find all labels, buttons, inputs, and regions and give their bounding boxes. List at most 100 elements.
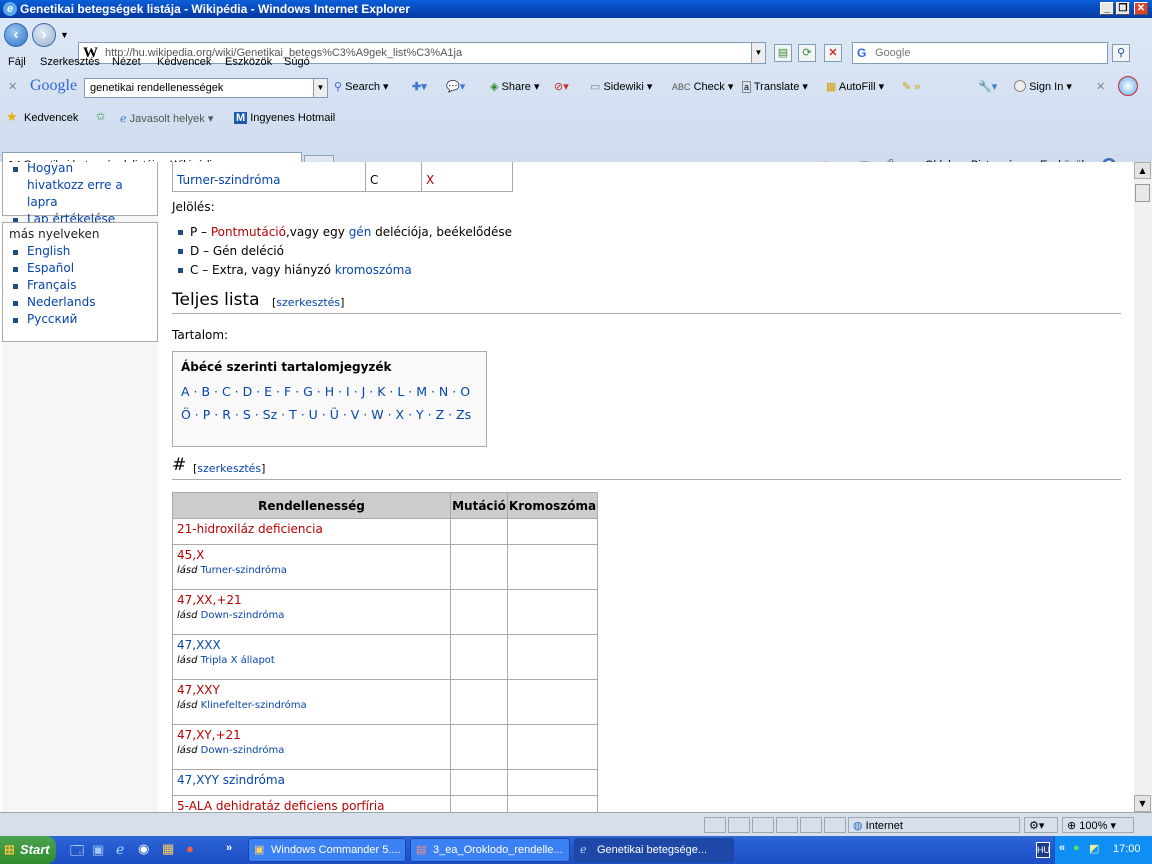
sidebar-item-francais[interactable]: Français bbox=[9, 277, 157, 294]
translate-button[interactable]: a Translate ▾ bbox=[742, 80, 808, 93]
see-link[interactable]: Tripla X állapot bbox=[201, 655, 275, 666]
app-icon[interactable]: ▦ bbox=[162, 841, 174, 857]
languages-heading: más nyelveken bbox=[9, 227, 100, 241]
see-link[interactable]: Down-szindróma bbox=[201, 610, 285, 621]
popup-blocker-icon[interactable]: ⊘▾ bbox=[554, 80, 569, 93]
minimize-button[interactable]: _ bbox=[1100, 2, 1114, 15]
disease-link[interactable]: 47,XXY bbox=[177, 683, 220, 697]
forward-button[interactable]: › bbox=[32, 23, 56, 47]
menu-help[interactable]: Súgó bbox=[284, 56, 310, 68]
menu-tools[interactable]: Eszközök bbox=[225, 56, 272, 68]
edit-link[interactable]: [szerkesztés] bbox=[193, 462, 265, 475]
legend-link[interactable]: Pontmutáció bbox=[211, 225, 286, 239]
ie-page-icon: ℯ bbox=[120, 113, 127, 125]
edit-link[interactable]: [szerkesztés] bbox=[272, 296, 344, 309]
toc-letters-row[interactable]: Ö · P · R · S · Sz · T · U · Ü · V · W ·… bbox=[181, 403, 478, 426]
google-search-button[interactable]: ⚲ Search ▾ bbox=[334, 80, 389, 93]
refresh-icon[interactable]: ⟳ bbox=[798, 44, 816, 62]
ie-quicklaunch-icon[interactable]: ℯ bbox=[116, 841, 124, 858]
check-button[interactable]: ABC Check ▾ bbox=[672, 80, 733, 93]
pencil-icon[interactable]: ✎ » bbox=[902, 80, 920, 93]
query-dropdown-icon[interactable]: ▼ bbox=[313, 79, 327, 97]
save-icon[interactable]: ▣ bbox=[92, 842, 104, 858]
tray-expand-icon[interactable]: « bbox=[1059, 842, 1065, 854]
share-button[interactable]: ◈ Share ▾ bbox=[490, 80, 539, 93]
address-dropdown-icon[interactable]: ▼ bbox=[751, 43, 765, 63]
table-link[interactable]: X bbox=[426, 173, 434, 187]
legend-link[interactable]: kromoszóma bbox=[335, 263, 412, 277]
sidebar-item-cite[interactable]: Hogyan hivatkozz erre a lapra bbox=[9, 162, 129, 211]
suggested-sites-button[interactable]: ℯ Javasolt helyek ▾ bbox=[120, 112, 213, 125]
disease-link[interactable]: 45,X bbox=[177, 548, 204, 562]
start-button[interactable]: ⊞ Start bbox=[0, 836, 56, 864]
disease-link[interactable]: 47,XXX bbox=[177, 638, 221, 652]
google-search-input[interactable]: genetikai rendellenességek ▼ bbox=[84, 78, 328, 98]
sign-in-button[interactable]: Sign In ▾ bbox=[1014, 80, 1072, 93]
protected-mode-icon[interactable]: ⚙▾ bbox=[1024, 817, 1058, 833]
media-player-icon[interactable]: ◉ bbox=[138, 841, 149, 857]
hotmail-button[interactable]: M Ingyenes Hotmail bbox=[234, 112, 335, 124]
plus-icon[interactable]: ✚▾ bbox=[412, 80, 427, 93]
sidebar-item-english[interactable]: English bbox=[9, 243, 157, 260]
table-of-contents: Ábécé szerinti tartalomjegyzék A · B · C… bbox=[172, 351, 487, 447]
disease-link[interactable]: 47,XY,+21 bbox=[177, 728, 241, 742]
wrench-icon[interactable]: 🔧▾ bbox=[978, 80, 997, 93]
legend-link[interactable]: gén bbox=[349, 225, 372, 239]
favorites-button[interactable]: Kedvencek bbox=[24, 112, 78, 124]
scroll-thumb[interactable] bbox=[1135, 184, 1150, 202]
security-icon[interactable]: ● bbox=[1073, 842, 1080, 854]
section-heading: # bbox=[172, 455, 187, 475]
task-powerpoint[interactable]: ▤ 3_ea_Oroklodo_rendelle... bbox=[410, 838, 570, 862]
menu-edit[interactable]: Szerkesztés bbox=[40, 56, 100, 68]
see-link[interactable]: Down-szindróma bbox=[201, 745, 285, 756]
sidewiki-icon: ▭ bbox=[590, 81, 601, 93]
menu-view[interactable]: Nézet bbox=[112, 56, 141, 68]
sidebar-item-nederlands[interactable]: Nederlands bbox=[9, 294, 157, 311]
add-favorite-icon[interactable]: ✩ bbox=[96, 110, 105, 123]
app-icon[interactable]: ● bbox=[186, 841, 194, 856]
quicklaunch-more-icon[interactable]: » bbox=[226, 842, 232, 854]
search-box[interactable]: G Google bbox=[852, 42, 1108, 64]
table-link[interactable]: Turner-szindróma bbox=[177, 173, 280, 187]
sidebar-item-espanol[interactable]: Español bbox=[9, 260, 157, 277]
zoom-button[interactable]: ⊕ 100% ▾ bbox=[1062, 817, 1134, 833]
close-google-toolbar-icon[interactable]: ✕ bbox=[1096, 80, 1105, 93]
vertical-scrollbar[interactable]: ▲ ▼ bbox=[1134, 162, 1152, 812]
task-windows-commander[interactable]: ▣ Windows Commander 5.... bbox=[248, 838, 406, 862]
ie-addon-icon[interactable] bbox=[1118, 76, 1138, 96]
menu-favorites[interactable]: Kedvencek bbox=[157, 56, 211, 68]
history-dropdown-icon[interactable]: ▼ bbox=[60, 30, 69, 40]
legend-title: Jelölés: bbox=[172, 200, 215, 214]
table-row: 47,XXY lásd Klinefelter-szindróma bbox=[172, 679, 598, 725]
column-header: Rendellenesség bbox=[172, 492, 451, 519]
toc-letters-row[interactable]: A · B · C · D · E · F · G · H · I · J · … bbox=[181, 380, 478, 403]
back-button[interactable]: ‹ bbox=[4, 23, 28, 47]
autofill-button[interactable]: ▦ AutoFill ▾ bbox=[826, 80, 884, 93]
language-indicator[interactable]: HU bbox=[1036, 842, 1050, 858]
see-link[interactable]: Klinefelter-szindróma bbox=[201, 700, 307, 711]
ie-task-icon: ℯ bbox=[580, 844, 587, 856]
chat-icon[interactable]: 💬▾ bbox=[446, 80, 465, 93]
magnifier-icon: ⚲ bbox=[334, 81, 343, 93]
scroll-down-icon[interactable]: ▼ bbox=[1134, 795, 1151, 812]
clock[interactable]: 17:00 bbox=[1113, 843, 1141, 855]
close-button[interactable]: ✕ bbox=[1134, 2, 1148, 15]
close-toolbar-icon[interactable]: ✕ bbox=[8, 80, 17, 93]
disease-link[interactable]: 5-ALA dehidratáz deficiens porfíria bbox=[177, 799, 385, 812]
show-desktop-icon[interactable]: 🗔 bbox=[70, 842, 84, 864]
disease-link[interactable]: 47,XYY szindróma bbox=[177, 773, 285, 787]
maximize-button[interactable]: ❐ bbox=[1116, 2, 1130, 15]
sidebar-item-russian[interactable]: Русский bbox=[9, 311, 157, 328]
scroll-up-icon[interactable]: ▲ bbox=[1134, 162, 1151, 179]
menu-file[interactable]: Fájl bbox=[8, 56, 26, 68]
stop-icon[interactable]: ✕ bbox=[824, 44, 842, 62]
compatibility-icon[interactable]: ▤ bbox=[774, 44, 792, 62]
sidewiki-button[interactable]: ▭ Sidewiki ▾ bbox=[590, 80, 652, 93]
network-icon[interactable]: ◩ bbox=[1089, 842, 1099, 855]
disease-link[interactable]: 47,XX,+21 bbox=[177, 593, 242, 607]
see-link[interactable]: Turner-szindróma bbox=[201, 565, 287, 576]
search-go-icon[interactable]: ⚲ bbox=[1112, 44, 1130, 62]
task-internet-explorer[interactable]: ℯ Genetikai betegsége... bbox=[574, 838, 734, 862]
disease-link[interactable]: 21-hidroxiláz deficiencia bbox=[177, 522, 323, 536]
title-bar: e Genetikai betegségek listája - Wikipéd… bbox=[0, 0, 1152, 18]
